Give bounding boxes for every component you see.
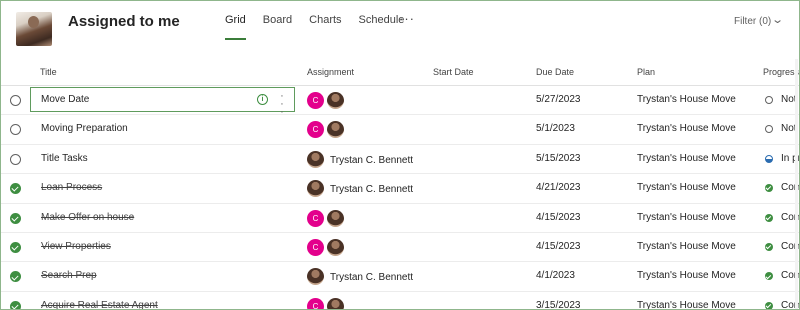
avatar	[327, 92, 344, 109]
completed-checkbox[interactable]	[10, 241, 21, 253]
due-date[interactable]: 5/15/2023	[536, 153, 581, 164]
more-options-icon[interactable]: ···	[399, 11, 415, 26]
task-title[interactable]: Move Date	[41, 94, 89, 105]
filter-button[interactable]: Filter (0)	[734, 16, 771, 27]
avatar	[307, 180, 324, 198]
more-vertical-icon[interactable]: · · ·	[279, 91, 285, 118]
column-header-title[interactable]: Title	[40, 67, 57, 77]
avatar	[307, 150, 324, 168]
complete-task-checkbox[interactable]	[10, 124, 21, 136]
column-header-progress[interactable]: Progress	[763, 67, 799, 77]
due-date[interactable]: 5/1/2023	[536, 123, 575, 134]
avatar	[307, 268, 324, 286]
table-row[interactable]: Make Offer on house C 4/15/2023 Trystan's H…	[1, 202, 799, 232]
due-date[interactable]: 4/15/2023	[536, 241, 581, 252]
completed-icon	[765, 272, 773, 281]
plan-name[interactable]: Trystan's House Move	[637, 153, 736, 164]
task-title[interactable]: Moving Preparation	[41, 123, 128, 134]
task-title[interactable]: Make Offer on house	[41, 212, 134, 223]
completed-checkbox[interactable]	[10, 183, 21, 195]
completed-icon	[765, 301, 773, 309]
avatar	[327, 297, 344, 309]
task-title[interactable]: Search Prep	[41, 270, 97, 281]
not-started-icon	[765, 96, 773, 104]
table-row[interactable]: Title Tasks Trystan C. Bennett 5/15/2023 Tr…	[1, 143, 799, 173]
task-grid: Move Date i · · · C 5/27/2023 Trystan's House M…	[1, 85, 799, 309]
tab-board[interactable]: Board	[263, 14, 292, 36]
avatar-initial: C	[307, 297, 324, 309]
tab-schedule[interactable]: Schedule	[359, 14, 405, 36]
plan-name[interactable]: Trystan's House Move	[637, 123, 736, 134]
vertical-scrollbar[interactable]	[795, 59, 798, 309]
task-title[interactable]: Title Tasks	[41, 153, 88, 164]
avatar-initial: C	[307, 238, 324, 256]
plan-name[interactable]: Trystan's House Move	[637, 182, 736, 193]
table-row[interactable]: Moving Preparation C 5/1/2023 Trystan's Hou…	[1, 114, 799, 143]
table-row[interactable]: Loan Process Trystan C. Bennett 4/21/2023 T…	[1, 173, 799, 202]
avatar	[327, 238, 344, 256]
app-window: Assigned to me Grid Board Charts Schedul…	[0, 0, 800, 310]
chevron-down-icon[interactable]: ⌄	[771, 13, 784, 26]
plan-name[interactable]: Trystan's House Move	[637, 300, 736, 309]
completed-icon	[765, 242, 773, 251]
completed-icon	[765, 184, 773, 193]
assignee-name: Trystan C. Bennett	[330, 184, 413, 196]
avatar-initial: C	[307, 92, 324, 109]
due-date[interactable]: 5/27/2023	[536, 94, 581, 105]
table-row[interactable]: Search Prep Trystan C. Bennett 4/1/2023 Try…	[1, 261, 799, 290]
avatar	[327, 121, 344, 139]
complete-task-checkbox[interactable]	[10, 95, 21, 106]
due-date[interactable]: 4/1/2023	[536, 270, 575, 281]
completed-checkbox[interactable]	[10, 271, 21, 283]
column-header-due-date[interactable]: Due Date	[536, 67, 574, 77]
table-row[interactable]: Acquire Real Estate Agent C 3/15/2023 Tryst…	[1, 290, 799, 309]
user-avatar	[16, 12, 52, 46]
in-progress-icon	[765, 154, 773, 163]
column-header-start-date[interactable]: Start Date	[433, 67, 474, 77]
tab-charts[interactable]: Charts	[309, 14, 341, 36]
not-started-icon	[765, 125, 773, 134]
avatar-initial: C	[307, 209, 324, 227]
table-row[interactable]: Move Date i · · · C 5/27/2023 Trystan's House M…	[1, 85, 799, 118]
plan-name[interactable]: Trystan's House Move	[637, 212, 736, 223]
due-date[interactable]: 3/15/2023	[536, 300, 581, 309]
plan-name[interactable]: Trystan's House Move	[637, 241, 736, 252]
header: Assigned to me Grid Board Charts Schedul…	[1, 1, 799, 51]
due-date[interactable]: 4/21/2023	[536, 182, 581, 193]
assignee-name: Trystan C. Bennett	[330, 272, 413, 284]
completed-icon	[765, 213, 773, 222]
plan-name[interactable]: Trystan's House Move	[637, 270, 736, 281]
view-tabs: Grid Board Charts Schedule	[225, 14, 421, 40]
plan-name[interactable]: Trystan's House Move	[637, 94, 736, 105]
info-icon[interactable]: i	[257, 94, 268, 105]
complete-task-checkbox[interactable]	[10, 153, 21, 165]
table-row[interactable]: View Properties C 4/15/2023 Trystan's House…	[1, 231, 799, 261]
task-title[interactable]: View Properties	[41, 241, 111, 252]
avatar-initial: C	[307, 121, 324, 139]
completed-checkbox[interactable]	[10, 300, 21, 309]
task-title[interactable]: Loan Process	[41, 182, 102, 193]
completed-checkbox[interactable]	[10, 212, 21, 224]
column-header-plan[interactable]: Plan	[637, 67, 655, 77]
avatar	[327, 209, 344, 227]
assignee-name: Trystan C. Bennett	[330, 154, 413, 166]
tab-grid[interactable]: Grid	[225, 14, 246, 40]
column-header-assignment[interactable]: Assignment	[307, 67, 354, 77]
due-date[interactable]: 4/15/2023	[536, 212, 581, 223]
task-title[interactable]: Acquire Real Estate Agent	[41, 300, 158, 309]
page-title: Assigned to me	[68, 13, 180, 30]
